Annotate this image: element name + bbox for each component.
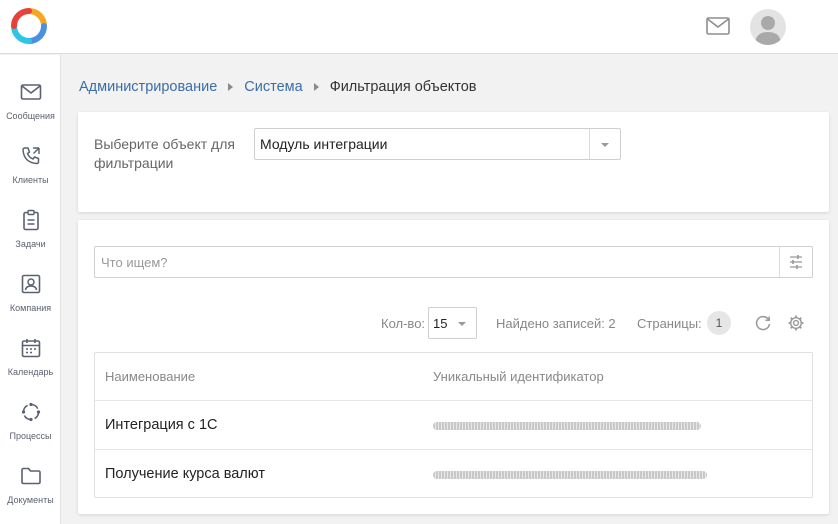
sidebar-item-label: Задачи xyxy=(15,239,46,249)
chevron-down-icon xyxy=(458,322,466,326)
object-filter-card: Выберите объект для фильтрации Модуль ин… xyxy=(78,112,829,212)
sidebar-item-label: Календарь xyxy=(7,367,54,377)
object-select-label: Выберите объект для фильтрации xyxy=(94,136,235,171)
refresh-icon[interactable] xyxy=(754,314,772,332)
qty-label: Кол-во: xyxy=(381,316,426,331)
search-box xyxy=(94,246,813,278)
calendar-icon xyxy=(21,339,40,358)
records-found-count: Найдено записей: 2 xyxy=(496,316,616,331)
column-header-uid[interactable]: Уникальный идентификатор xyxy=(433,369,604,384)
folder-icon xyxy=(20,467,41,485)
column-header-name[interactable]: Наименование xyxy=(105,369,195,384)
results-card: Кол-во: 15 Найдено записей: 2 Страницы: … xyxy=(78,220,829,514)
sidebar-item-label: Клиенты xyxy=(12,175,49,185)
sidebar-item-label: Компания xyxy=(9,303,52,313)
table-row[interactable]: Интеграция с 1С xyxy=(95,400,812,449)
chevron-right-icon xyxy=(313,83,319,91)
id-card-icon xyxy=(21,274,40,294)
sidebar-item-label: Документы xyxy=(7,495,54,505)
qty-select[interactable]: 15 xyxy=(428,307,477,339)
breadcrumb-link-system[interactable]: Система xyxy=(244,79,302,95)
page-number-button[interactable]: 1 xyxy=(707,311,731,335)
redacted-uid-cell xyxy=(433,422,701,430)
breadcrumb-current: Фильтрация объектов xyxy=(329,79,477,95)
qty-select-value: 15 xyxy=(433,316,448,331)
pages-label: Страницы: xyxy=(637,316,702,331)
clipboard-icon xyxy=(22,209,39,231)
objects-table: Наименование Уникальный идентификатор Ин… xyxy=(94,352,813,498)
breadcrumb-link-administration[interactable]: Администрирование xyxy=(79,79,217,95)
redacted-uid-cell xyxy=(433,471,707,479)
chevron-right-icon xyxy=(228,83,234,91)
breadcrumb: Администрирование Система Фильтрация объ… xyxy=(79,77,477,97)
filter-settings-button[interactable] xyxy=(780,247,812,277)
table-toolbar: Кол-во: 15 Найдено записей: 2 Страницы: … xyxy=(78,307,829,339)
object-select[interactable]: Модуль интеграции xyxy=(254,128,621,160)
envelope-icon xyxy=(20,84,41,100)
gear-icon[interactable] xyxy=(787,314,805,332)
app-logo-icon[interactable] xyxy=(10,7,48,45)
sidebar: Сообщения Клиенты Задачи Компания Календ… xyxy=(0,55,61,524)
select-divider xyxy=(589,129,590,159)
row-name-cell: Получение курса валют xyxy=(105,466,265,482)
sidebar-item-label: Процессы xyxy=(9,431,52,441)
chevron-down-icon[interactable] xyxy=(601,143,609,147)
user-avatar-icon[interactable] xyxy=(750,9,786,45)
envelope-icon[interactable] xyxy=(705,16,731,36)
object-select-value: Модуль интеграции xyxy=(260,136,388,152)
top-bar xyxy=(0,0,838,54)
sidebar-item-label: Сообщения xyxy=(6,111,55,121)
sidebar-item-processes[interactable]: Процессы xyxy=(0,401,61,461)
phone-icon xyxy=(21,147,40,165)
row-name-cell: Интеграция с 1С xyxy=(105,417,218,433)
sidebar-item-calendar[interactable]: Календарь xyxy=(0,337,61,397)
sidebar-item-company[interactable]: Компания xyxy=(0,273,61,333)
table-row[interactable]: Получение курса валют xyxy=(95,449,812,498)
sidebar-item-messages[interactable]: Сообщения xyxy=(0,81,61,141)
sliders-icon xyxy=(790,255,802,269)
cycle-icon xyxy=(21,402,40,422)
search-input[interactable] xyxy=(96,248,780,276)
sidebar-item-documents[interactable]: Документы xyxy=(0,465,61,524)
sidebar-item-clients[interactable]: Клиенты xyxy=(0,145,61,205)
sidebar-item-tasks[interactable]: Задачи xyxy=(0,209,61,269)
